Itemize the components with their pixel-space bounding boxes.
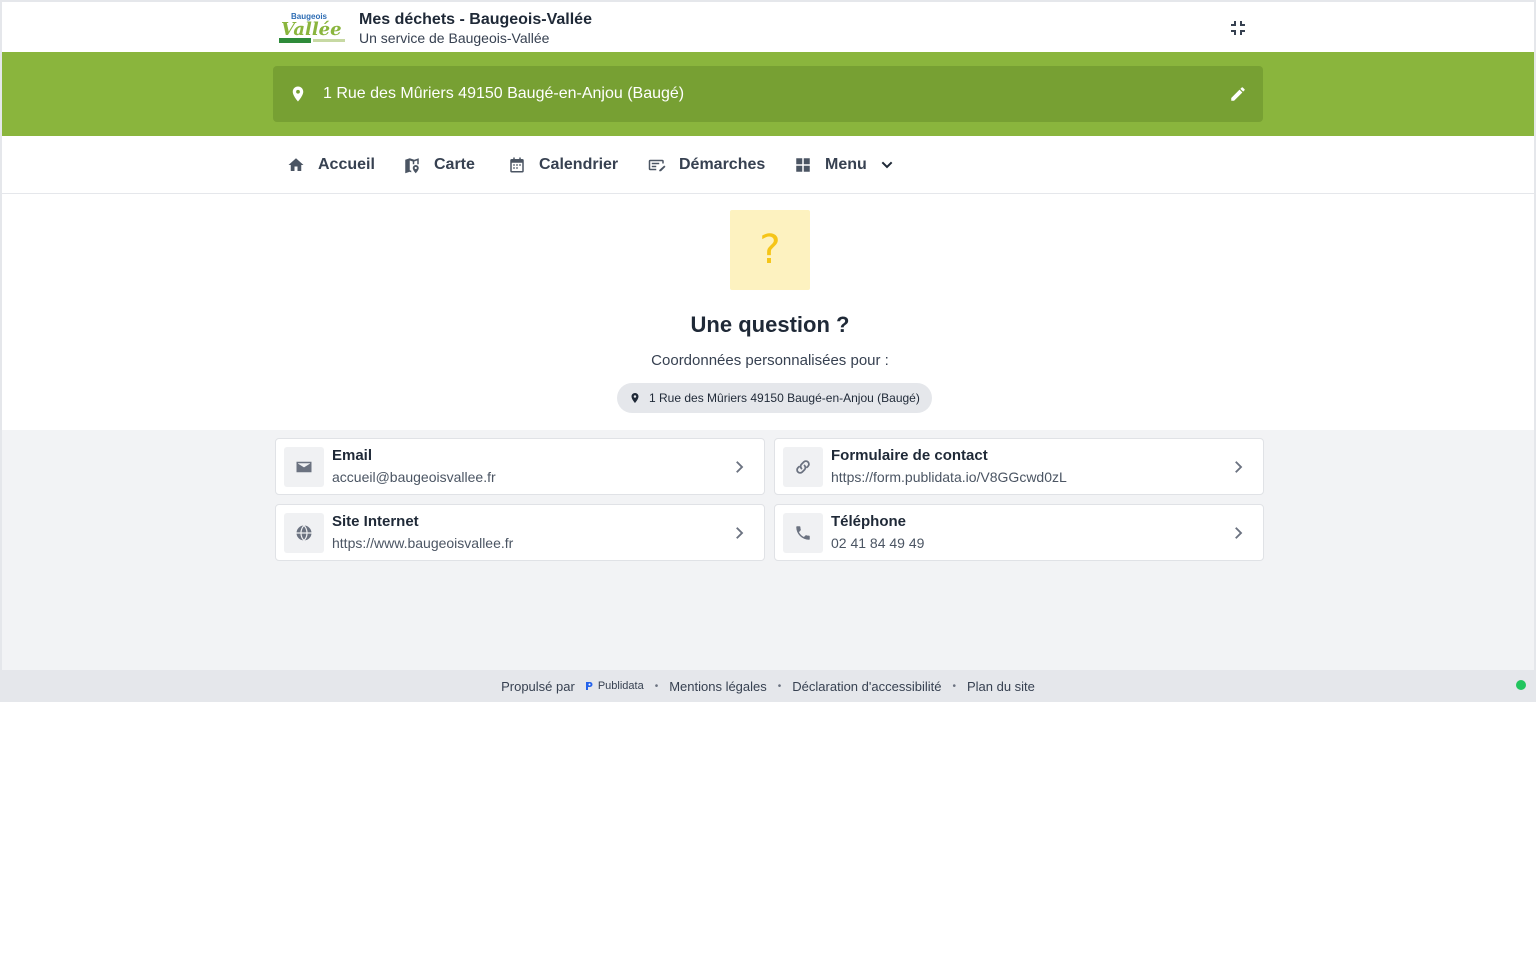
nav-item-demarches[interactable]: Démarches — [648, 136, 765, 194]
chevron-right-icon — [736, 461, 744, 473]
section-title: Une question ? — [690, 312, 850, 337]
nav-item-carte[interactable]: Carte — [403, 136, 475, 194]
nav-label-demarches: Démarches — [679, 156, 766, 173]
main-nav: Accueil Carte Calendrier Démarches Menu — [2, 136, 1534, 194]
mail-icon-box — [284, 447, 324, 487]
home-icon — [288, 158, 304, 171]
nav-item-accueil[interactable]: Accueil — [287, 136, 375, 194]
location-pin-icon — [631, 393, 639, 403]
app-frame: Baugeois Vallée Mes déchets - Baugeois-V… — [0, 0, 1536, 702]
app-subtitle: Un service de Baugeois-Vallée — [359, 30, 550, 46]
link-icon-box — [783, 447, 823, 487]
footer-link-accessibility[interactable]: Déclaration d'accessibilité — [792, 679, 941, 694]
chevron-right-icon — [736, 527, 744, 539]
nav-label-menu: Menu — [825, 156, 867, 173]
baugeois-vallee-logo: Baugeois Vallée — [277, 9, 347, 45]
phone-icon — [796, 526, 810, 540]
contact-card-website[interactable]: Site Internet https://www.baugeoisvallee… — [275, 504, 765, 561]
app-title-block: Mes déchets - Baugeois-Vallée Un service… — [359, 10, 592, 46]
nav-item-menu[interactable]: Menu — [794, 136, 895, 194]
collapse-button[interactable] — [1224, 14, 1252, 42]
contact-value: accueil@baugeoisvallee.fr — [332, 469, 496, 485]
footer-separator: • — [777, 680, 782, 692]
contact-value: 02 41 84 49 49 — [831, 535, 925, 551]
address-selector[interactable]: 1 Rue des Mûriers 49150 Baugé-en-Anjou (… — [273, 66, 1263, 122]
contact-value: https://www.baugeoisvallee.fr — [332, 535, 514, 551]
globe-icon — [296, 524, 312, 542]
app-title: Mes déchets - Baugeois-Vallée — [359, 11, 592, 28]
top-bar: Baugeois Vallée Mes déchets - Baugeois-V… — [2, 2, 1534, 52]
nav-label-carte: Carte — [434, 156, 475, 173]
grid-icon — [796, 158, 810, 172]
contact-card-email[interactable]: Email accueil@baugeoisvallee.fr — [275, 438, 765, 495]
location-pin-icon — [292, 86, 304, 102]
footer: Propulsé par Publidata • Mentions légale… — [2, 670, 1534, 702]
edit-pencil-icon[interactable] — [1229, 85, 1247, 103]
nav-label-calendrier: Calendrier — [539, 156, 619, 173]
link-icon — [796, 460, 810, 474]
footer-link-mentions[interactable]: Mentions légales — [669, 679, 767, 694]
contacts-area: Email accueil@baugeoisvallee.fr Formulai… — [2, 430, 1534, 670]
publidata-link[interactable]: Publidata — [584, 680, 644, 692]
address-chip: 1 Rue des Mûriers 49150 Baugé-en-Anjou (… — [617, 383, 932, 413]
globe-icon-box — [284, 513, 324, 553]
powered-by-label: Propulsé par — [501, 678, 575, 694]
question-section: ? Une question ? Coordonnées personnalis… — [2, 194, 1534, 430]
address-value: 1 Rue des Mûriers 49150 Baugé-en-Anjou (… — [323, 85, 685, 102]
contact-title: Site Internet — [332, 513, 419, 530]
footer-link-sitemap[interactable]: Plan du site — [967, 679, 1035, 694]
form-edit-icon — [648, 159, 666, 172]
nav-label-accueil: Accueil — [318, 156, 375, 173]
contact-value: https://form.publidata.io/V8GGcwd0zL — [831, 469, 1067, 485]
address-chip-label: 1 Rue des Mûriers 49150 Baugé-en-Anjou (… — [649, 391, 920, 405]
status-indicator — [1516, 680, 1526, 690]
contact-title: Téléphone — [831, 513, 907, 530]
calendar-icon — [510, 157, 524, 173]
chevron-down-icon — [881, 161, 893, 169]
publidata-brand: Publidata — [597, 680, 644, 692]
contact-title: Email — [332, 447, 373, 464]
map-icon — [405, 158, 419, 174]
chevron-right-icon — [1235, 527, 1243, 539]
collapse-icon — [1231, 21, 1245, 35]
question-mark-icon: ? — [730, 210, 810, 290]
phone-icon-box — [783, 513, 823, 553]
nav-item-calendrier[interactable]: Calendrier — [508, 136, 618, 194]
contact-card-phone[interactable]: Téléphone 02 41 84 49 49 — [774, 504, 1264, 561]
publidata-logo-icon — [585, 682, 593, 690]
address-band: 1 Rue des Mûriers 49150 Baugé-en-Anjou (… — [2, 52, 1534, 136]
chevron-right-icon — [1235, 461, 1243, 473]
footer-separator: • — [654, 680, 659, 692]
svg-text:Vallée: Vallée — [281, 19, 342, 40]
contact-card-form[interactable]: Formulaire de contact https://form.publi… — [774, 438, 1264, 495]
contact-title: Formulaire de contact — [831, 447, 988, 464]
footer-separator: • — [952, 680, 956, 692]
section-subtitle: Coordonnées personnalisées pour : — [651, 352, 889, 369]
mail-icon — [296, 461, 312, 473]
